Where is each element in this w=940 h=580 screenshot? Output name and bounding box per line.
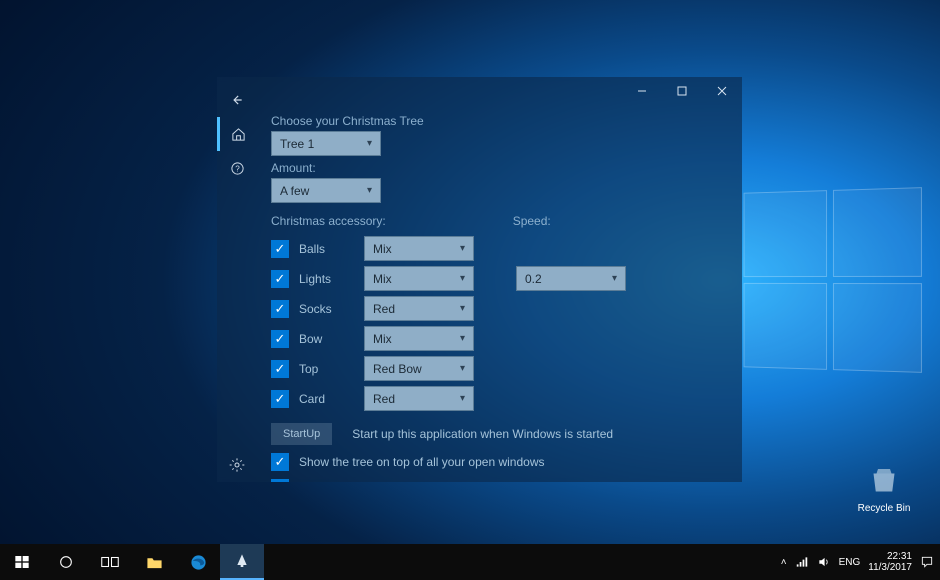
content-area: Choose your Christmas Tree Tree 1▾ Amoun… bbox=[257, 105, 742, 482]
clock[interactable]: 22:3111/3/2017 bbox=[868, 551, 912, 573]
recycle-bin[interactable]: Recycle Bin bbox=[854, 463, 914, 514]
cortana-button[interactable] bbox=[44, 544, 88, 580]
chevron-down-icon: ▾ bbox=[460, 363, 465, 374]
amount-label: Amount: bbox=[271, 161, 728, 175]
task-view-button[interactable] bbox=[88, 544, 132, 580]
chevron-down-icon: ▾ bbox=[612, 273, 617, 284]
help-button[interactable]: ? bbox=[217, 151, 257, 185]
file-explorer-button[interactable] bbox=[132, 544, 176, 580]
heading: Choose your Christmas Tree bbox=[271, 114, 728, 128]
tree-select[interactable]: Tree 1▾ bbox=[271, 131, 381, 156]
minimize-button[interactable] bbox=[622, 77, 662, 105]
close-button[interactable] bbox=[702, 77, 742, 105]
taskbar: ˄ ENG 22:3111/3/2017 bbox=[0, 544, 940, 580]
balls-label: Balls bbox=[299, 242, 354, 256]
lights-label: Lights bbox=[299, 272, 354, 286]
chevron-down-icon: ▾ bbox=[460, 393, 465, 404]
top-label: Top bbox=[299, 362, 354, 376]
startup-text: Start up this application when Windows i… bbox=[352, 427, 613, 441]
card-select[interactable]: Red▾ bbox=[364, 386, 474, 411]
back-button[interactable] bbox=[217, 83, 257, 117]
show-days-label: Show the days before Christmas in the wi… bbox=[299, 481, 543, 482]
tray-chevron-icon[interactable]: ˄ bbox=[781, 557, 787, 568]
recycle-bin-label: Recycle Bin bbox=[858, 503, 911, 514]
chevron-down-icon: ▾ bbox=[460, 333, 465, 344]
show-top-checkbox[interactable]: ✓ bbox=[271, 453, 289, 471]
show-days-checkbox[interactable]: ✓ bbox=[271, 479, 289, 482]
home-button[interactable] bbox=[217, 117, 257, 151]
recycle-bin-icon bbox=[866, 463, 902, 499]
windows-desktop-logo bbox=[744, 187, 922, 373]
chevron-down-icon: ▾ bbox=[460, 273, 465, 284]
settings-window: ? Choose your Christmas Tree Tree 1▾ Amo… bbox=[217, 77, 742, 482]
edge-button[interactable] bbox=[176, 544, 220, 580]
startup-button[interactable]: StartUp bbox=[271, 423, 332, 445]
bow-select[interactable]: Mix▾ bbox=[364, 326, 474, 351]
bow-label: Bow bbox=[299, 332, 354, 346]
card-checkbox[interactable]: ✓ bbox=[271, 390, 289, 408]
show-top-label: Show the tree on top of all your open wi… bbox=[299, 455, 544, 469]
amount-select[interactable]: A few▾ bbox=[271, 178, 381, 203]
titlebar bbox=[217, 77, 742, 105]
lights-checkbox[interactable]: ✓ bbox=[271, 270, 289, 288]
chevron-down-icon: ▾ bbox=[460, 303, 465, 314]
language-indicator[interactable]: ENG bbox=[839, 557, 861, 568]
balls-select[interactable]: Mix▾ bbox=[364, 236, 474, 261]
volume-icon[interactable] bbox=[817, 555, 831, 569]
socks-checkbox[interactable]: ✓ bbox=[271, 300, 289, 318]
chevron-down-icon: ▾ bbox=[460, 243, 465, 254]
socks-select[interactable]: Red▾ bbox=[364, 296, 474, 321]
chevron-down-icon: ▾ bbox=[367, 185, 372, 196]
lights-select[interactable]: Mix▾ bbox=[364, 266, 474, 291]
app-button[interactable] bbox=[220, 544, 264, 580]
balls-checkbox[interactable]: ✓ bbox=[271, 240, 289, 258]
start-button[interactable] bbox=[0, 544, 44, 580]
maximize-button[interactable] bbox=[662, 77, 702, 105]
speed-select[interactable]: 0.2▾ bbox=[516, 266, 626, 291]
accessory-header: Christmas accessory: bbox=[271, 214, 386, 228]
network-icon[interactable] bbox=[795, 555, 809, 569]
sidebar: ? bbox=[217, 77, 257, 482]
action-center-icon[interactable] bbox=[920, 555, 934, 569]
card-label: Card bbox=[299, 392, 354, 406]
top-checkbox[interactable]: ✓ bbox=[271, 360, 289, 378]
settings-button[interactable] bbox=[217, 448, 257, 482]
system-tray: ˄ ENG 22:3111/3/2017 bbox=[781, 551, 940, 573]
top-select[interactable]: Red Bow▾ bbox=[364, 356, 474, 381]
chevron-down-icon: ▾ bbox=[367, 138, 372, 149]
socks-label: Socks bbox=[299, 302, 354, 316]
bow-checkbox[interactable]: ✓ bbox=[271, 330, 289, 348]
svg-text:?: ? bbox=[235, 164, 240, 173]
speed-header: Speed: bbox=[513, 214, 551, 228]
